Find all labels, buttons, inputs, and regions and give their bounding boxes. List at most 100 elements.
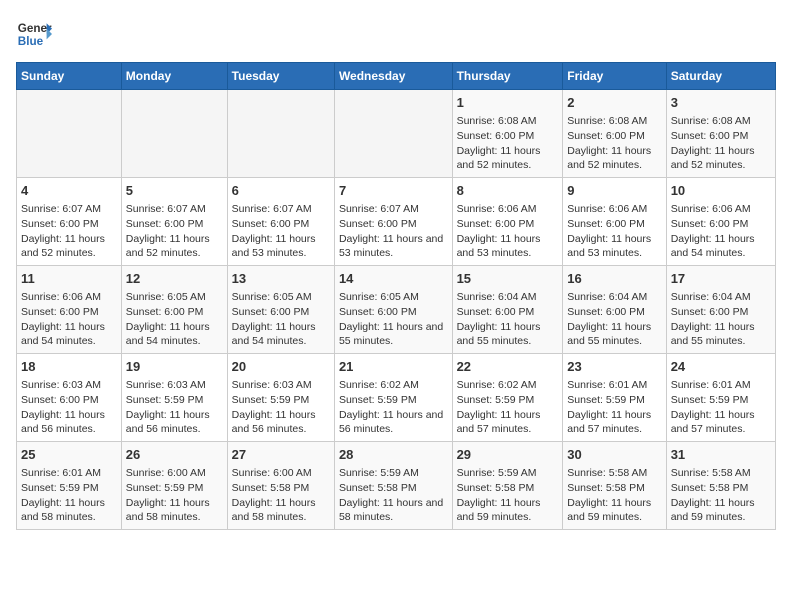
sunrise-label: Sunrise: 6:08 AM xyxy=(671,115,751,127)
weekday-header-sunday: Sunday xyxy=(17,63,122,90)
day-number: 4 xyxy=(21,182,117,200)
day-number: 12 xyxy=(126,270,223,288)
calendar-cell xyxy=(334,90,452,178)
daylight-label: Daylight: 11 hours and 56 minutes. xyxy=(339,409,443,436)
sunrise-label: Sunrise: 5:58 AM xyxy=(567,467,647,479)
daylight-label: Daylight: 11 hours and 52 minutes. xyxy=(567,145,651,172)
daylight-label: Daylight: 11 hours and 55 minutes. xyxy=(567,321,651,348)
sunset-label: Sunset: 6:00 PM xyxy=(126,306,204,318)
sunset-label: Sunset: 6:00 PM xyxy=(567,218,645,230)
sunrise-label: Sunrise: 6:01 AM xyxy=(567,379,647,391)
calendar-cell: 17Sunrise: 6:04 AMSunset: 6:00 PMDayligh… xyxy=(666,266,775,354)
day-number: 27 xyxy=(232,446,330,464)
calendar-week-1: 1 Sunrise: 6:08 AM Sunset: 6:00 PM Daylight… xyxy=(17,90,776,178)
sunset-label: Sunset: 6:00 PM xyxy=(567,130,645,142)
daylight-label: Daylight: 11 hours and 59 minutes. xyxy=(671,497,755,524)
sunset-label: Sunset: 6:00 PM xyxy=(21,394,99,406)
sunset-label: Sunset: 6:00 PM xyxy=(339,306,417,318)
daylight-label: Daylight: 11 hours and 57 minutes. xyxy=(457,409,541,436)
sunset-label: Sunset: 6:00 PM xyxy=(671,218,749,230)
sunset-label: Sunset: 5:58 PM xyxy=(339,482,417,494)
sunset-label: Sunset: 6:00 PM xyxy=(671,306,749,318)
sunset-label: Sunset: 6:00 PM xyxy=(21,218,99,230)
day-number: 20 xyxy=(232,358,330,376)
calendar-cell: 6Sunrise: 6:07 AMSunset: 6:00 PMDaylight… xyxy=(227,178,334,266)
day-number: 30 xyxy=(567,446,661,464)
sunrise-label: Sunrise: 6:07 AM xyxy=(232,203,312,215)
sunset-label: Sunset: 6:00 PM xyxy=(457,306,535,318)
day-number: 2 xyxy=(567,94,661,112)
sunset-label: Sunset: 5:59 PM xyxy=(671,394,749,406)
calendar-week-5: 25Sunrise: 6:01 AMSunset: 5:59 PMDayligh… xyxy=(17,442,776,530)
sunset-label: Sunset: 5:58 PM xyxy=(457,482,535,494)
calendar-cell: 1Sunrise: 6:08 AMSunset: 6:00 PMDaylight… xyxy=(452,90,563,178)
daylight-label: Daylight: 11 hours and 58 minutes. xyxy=(232,497,316,524)
sunrise-label: Sunrise: 6:01 AM xyxy=(21,467,101,479)
daylight-label: Daylight: 11 hours and 52 minutes. xyxy=(21,233,105,260)
calendar-cell: 20Sunrise: 6:03 AMSunset: 5:59 PMDayligh… xyxy=(227,354,334,442)
daylight-label: Daylight: 11 hours and 55 minutes. xyxy=(339,321,443,348)
sunset-label: Sunset: 6:00 PM xyxy=(567,306,645,318)
day-number: 1 xyxy=(457,94,559,112)
sunset-label: Sunset: 6:00 PM xyxy=(339,218,417,230)
day-number: 18 xyxy=(21,358,117,376)
calendar-cell: 15Sunrise: 6:04 AMSunset: 6:00 PMDayligh… xyxy=(452,266,563,354)
sunrise-label: Sunrise: 6:03 AM xyxy=(232,379,312,391)
calendar-cell: 11Sunrise: 6:06 AMSunset: 6:00 PMDayligh… xyxy=(17,266,122,354)
sunrise-label: Sunrise: 5:59 AM xyxy=(339,467,419,479)
sunrise-label: Sunrise: 6:07 AM xyxy=(339,203,419,215)
daylight-label: Daylight: 11 hours and 58 minutes. xyxy=(126,497,210,524)
calendar-header-row: SundayMondayTuesdayWednesdayThursdayFrid… xyxy=(17,63,776,90)
sunset-label: Sunset: 6:00 PM xyxy=(232,218,310,230)
day-number: 24 xyxy=(671,358,771,376)
sunrise-label: Sunrise: 6:04 AM xyxy=(671,291,751,303)
day-number: 6 xyxy=(232,182,330,200)
calendar-cell: 12Sunrise: 6:05 AMSunset: 6:00 PMDayligh… xyxy=(121,266,227,354)
calendar-week-4: 18 Sunrise: 6:03 AM Sunset: 6:00 PM Dayligh… xyxy=(17,354,776,442)
day-number: 11 xyxy=(21,270,117,288)
sunrise-label: Sunrise: 6:03 AM xyxy=(126,379,206,391)
day-number: 22 xyxy=(457,358,559,376)
calendar-cell: 31Sunrise: 5:58 AMSunset: 5:58 PMDayligh… xyxy=(666,442,775,530)
daylight-label: Daylight: 11 hours and 58 minutes. xyxy=(339,497,443,524)
sunrise-label: Sunrise: 5:59 AM xyxy=(457,467,537,479)
sunset-label: Sunset: 5:58 PM xyxy=(671,482,749,494)
calendar-cell: 24 Sunrise: 6:01 AM Sunset: 5:59 PM Dayligh… xyxy=(666,354,775,442)
sunset-label: Sunset: 6:00 PM xyxy=(232,306,310,318)
calendar-cell: 13Sunrise: 6:05 AMSunset: 6:00 PMDayligh… xyxy=(227,266,334,354)
sunset-label: Sunset: 6:00 PM xyxy=(457,130,535,142)
day-number: 3 xyxy=(671,94,771,112)
sunrise-label: Sunrise: 6:07 AM xyxy=(21,203,101,215)
sunrise-label: Sunrise: 6:03 AM xyxy=(21,379,101,391)
daylight-label: Daylight: 11 hours and 59 minutes. xyxy=(567,497,651,524)
calendar-cell: 29Sunrise: 5:59 AMSunset: 5:58 PMDayligh… xyxy=(452,442,563,530)
daylight-label: Daylight: 11 hours and 58 minutes. xyxy=(21,497,105,524)
sunrise-label: Sunrise: 6:06 AM xyxy=(671,203,751,215)
calendar-cell: 25Sunrise: 6:01 AMSunset: 5:59 PMDayligh… xyxy=(17,442,122,530)
logo: General Blue xyxy=(16,16,52,52)
daylight-label: Daylight: 11 hours and 52 minutes. xyxy=(126,233,210,260)
sunrise-label: Sunrise: 6:01 AM xyxy=(671,379,751,391)
sunset-label: Sunset: 5:59 PM xyxy=(126,394,204,406)
page-header: General Blue xyxy=(16,16,776,52)
day-number: 7 xyxy=(339,182,448,200)
calendar-cell: 26Sunrise: 6:00 AMSunset: 5:59 PMDayligh… xyxy=(121,442,227,530)
sunrise-label: Sunrise: 6:04 AM xyxy=(457,291,537,303)
sunset-label: Sunset: 6:00 PM xyxy=(457,218,535,230)
sunrise-label: Sunrise: 6:02 AM xyxy=(339,379,419,391)
daylight-label: Daylight: 11 hours and 56 minutes. xyxy=(21,409,105,436)
daylight-label: Daylight: 11 hours and 56 minutes. xyxy=(126,409,210,436)
calendar-cell: 7Sunrise: 6:07 AMSunset: 6:00 PMDaylight… xyxy=(334,178,452,266)
calendar-cell: 8Sunrise: 6:06 AMSunset: 6:00 PMDaylight… xyxy=(452,178,563,266)
sunrise-label: Sunrise: 6:06 AM xyxy=(21,291,101,303)
sunrise-label: Sunrise: 6:08 AM xyxy=(567,115,647,127)
sunset-label: Sunset: 6:00 PM xyxy=(21,306,99,318)
daylight-label: Daylight: 11 hours and 57 minutes. xyxy=(671,409,755,436)
day-number: 13 xyxy=(232,270,330,288)
calendar-cell: 23Sunrise: 6:01 AMSunset: 5:59 PMDayligh… xyxy=(563,354,666,442)
day-number: 9 xyxy=(567,182,661,200)
weekday-header-saturday: Saturday xyxy=(666,63,775,90)
weekday-header-wednesday: Wednesday xyxy=(334,63,452,90)
day-number: 28 xyxy=(339,446,448,464)
sunrise-label: Sunrise: 6:04 AM xyxy=(567,291,647,303)
